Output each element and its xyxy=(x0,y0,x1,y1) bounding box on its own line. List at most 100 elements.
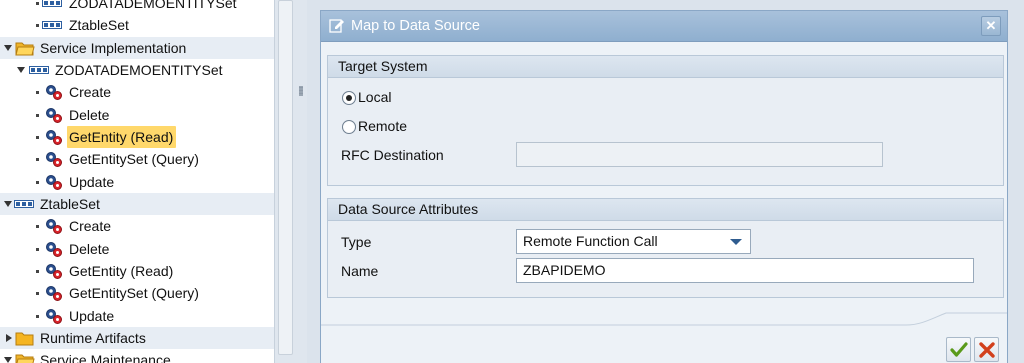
tree-item-operation[interactable]: GetEntitySet (Query) xyxy=(0,282,274,304)
gear-icon xyxy=(46,219,62,234)
tree-folder-runtime-artifacts[interactable]: Runtime Artifacts xyxy=(0,327,274,349)
group-header: Data Source Attributes xyxy=(328,199,1003,221)
tree-item-label: Update xyxy=(69,308,115,324)
folder-open-icon xyxy=(15,354,35,363)
folder-icon xyxy=(15,332,34,346)
gear-icon xyxy=(46,152,62,167)
bullet xyxy=(36,91,39,94)
tree-item-label: ZODATADEMOENTITYSet xyxy=(69,0,237,11)
tree-item-operation[interactable]: Delete xyxy=(0,238,274,260)
entity-set-icon xyxy=(42,21,62,29)
rfc-destination-label: RFC Destination xyxy=(341,147,444,163)
tree-folder-service-implementation[interactable]: Service Implementation xyxy=(0,37,274,59)
gear-icon xyxy=(46,175,62,190)
expand-toggle-icon[interactable] xyxy=(4,45,12,51)
tree-item-label: ZtableSet xyxy=(40,196,100,212)
target-system-group: Target System Local Remote RFC Destinati… xyxy=(327,55,1004,186)
edit-icon xyxy=(329,19,344,33)
tree-item-label: Delete xyxy=(69,107,110,123)
map-to-data-source-dialog: Map to Data Source ✕ Target System Local… xyxy=(320,10,1008,363)
tree-item-operation-selected[interactable]: GetEntity (Read) xyxy=(0,126,274,148)
folder-open-icon xyxy=(15,42,35,56)
rfc-destination-input[interactable] xyxy=(516,142,883,167)
remote-radio[interactable] xyxy=(342,120,356,134)
bullet xyxy=(36,24,39,27)
entity-set-icon xyxy=(14,200,34,208)
gear-icon xyxy=(46,85,62,100)
tree-item[interactable]: ZODATADEMOENTITYSet xyxy=(0,0,274,14)
expand-toggle-icon[interactable] xyxy=(4,201,12,207)
bullet xyxy=(36,270,39,273)
group-header: Target System xyxy=(328,56,1003,78)
tree-item[interactable]: ZODATADEMOENTITYSet xyxy=(0,59,274,81)
dialog-title: Map to Data Source xyxy=(351,18,480,34)
type-value: Remote Function Call xyxy=(523,233,658,249)
grip-handle-icon[interactable] xyxy=(299,86,303,96)
tree-item-operation[interactable]: Update xyxy=(0,305,274,327)
expand-toggle-icon[interactable] xyxy=(6,334,12,342)
tree-item[interactable]: ZtableSet xyxy=(0,14,274,36)
cancel-button[interactable] xyxy=(974,337,999,362)
name-label: Name xyxy=(341,263,379,279)
tree-item-label: Service Implementation xyxy=(40,40,187,56)
dialog-title-bar[interactable]: Map to Data Source ✕ xyxy=(321,11,1007,42)
data-source-attributes-group: Data Source Attributes Type Remote Funct… xyxy=(327,198,1004,298)
name-input[interactable]: ZBAPIDEMO xyxy=(516,258,974,283)
service-tree: ZODATADEMOENTITYSet ZtableSet Service Im… xyxy=(0,0,274,363)
tree-folder-service-maintenance[interactable]: Service Maintenance xyxy=(0,349,274,363)
expand-toggle-icon[interactable] xyxy=(4,357,12,363)
bullet xyxy=(36,292,39,295)
bullet xyxy=(36,181,39,184)
tree-item-label: ZODATADEMOENTITYSet xyxy=(55,62,223,78)
tree-item-operation[interactable]: Delete xyxy=(0,104,274,126)
bullet xyxy=(36,2,39,5)
gear-icon xyxy=(46,130,62,145)
type-label: Type xyxy=(341,234,372,250)
remote-radio-label[interactable]: Remote xyxy=(358,118,407,134)
cancel-x-icon xyxy=(979,342,995,358)
type-dropdown[interactable]: Remote Function Call xyxy=(516,229,751,254)
tree-item-label: GetEntity (Read) xyxy=(69,263,174,279)
expand-toggle-icon[interactable] xyxy=(17,67,25,73)
gear-icon xyxy=(46,286,62,301)
footer-divider xyxy=(321,312,1007,326)
tree-item-label: Create xyxy=(69,218,112,234)
entity-set-icon xyxy=(29,66,49,74)
confirm-button[interactable] xyxy=(946,337,971,362)
bullet xyxy=(36,315,39,318)
tree-item-operation[interactable]: Update xyxy=(0,171,274,193)
bullet xyxy=(36,225,39,228)
scrollbar-thumb[interactable] xyxy=(278,0,293,355)
gear-icon xyxy=(46,309,62,324)
close-button[interactable]: ✕ xyxy=(981,16,1001,36)
bullet xyxy=(36,248,39,251)
chevron-down-icon xyxy=(730,239,742,245)
tree-item-label: ZtableSet xyxy=(69,17,129,33)
tree-item-operation[interactable]: Create xyxy=(0,81,274,103)
tree-item-label: Update xyxy=(69,174,115,190)
entity-set-icon xyxy=(42,0,62,7)
tree-item-operation[interactable]: Create xyxy=(0,215,274,237)
tree-item-label: GetEntity (Read) xyxy=(67,126,177,148)
tree-item-label: GetEntitySet (Query) xyxy=(69,285,199,301)
tree-item-operation[interactable]: GetEntitySet (Query) xyxy=(0,148,274,170)
tree-item[interactable]: ZtableSet xyxy=(0,193,274,215)
tree-item-label: GetEntitySet (Query) xyxy=(69,151,199,167)
tree-item-label: Runtime Artifacts xyxy=(40,330,146,346)
tree-item-label: Service Maintenance xyxy=(40,352,171,363)
bullet xyxy=(36,158,39,161)
tree-item-label: Delete xyxy=(69,241,110,257)
gear-icon xyxy=(46,108,62,123)
tree-item-label: Create xyxy=(69,84,112,100)
panel-splitter[interactable] xyxy=(295,0,307,363)
local-radio-label[interactable]: Local xyxy=(358,89,391,105)
checkmark-icon xyxy=(950,342,968,357)
close-icon: ✕ xyxy=(985,18,997,33)
gear-icon xyxy=(46,264,62,279)
bullet xyxy=(36,136,39,139)
bullet xyxy=(36,114,39,117)
tree-scrollbar[interactable] xyxy=(274,0,295,363)
gear-icon xyxy=(46,242,62,257)
local-radio[interactable] xyxy=(342,91,356,105)
tree-item-operation[interactable]: GetEntity (Read) xyxy=(0,260,274,282)
